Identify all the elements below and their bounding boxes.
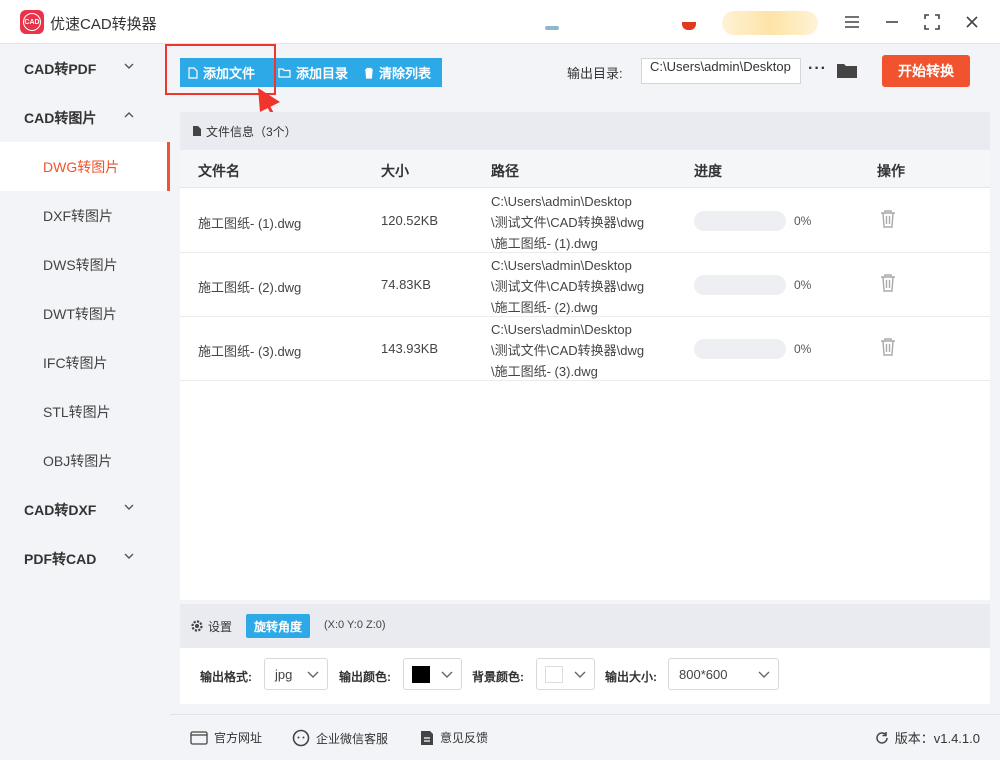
- rotate-angle-button[interactable]: 旋转角度: [246, 614, 310, 638]
- output-format-label: 输出格式:: [200, 670, 252, 684]
- output-size-select[interactable]: 800*600: [668, 658, 779, 690]
- maximize-icon[interactable]: [920, 10, 944, 34]
- chevron-down-icon: [441, 671, 453, 678]
- wechat-icon: [292, 729, 310, 747]
- progress-bar: [694, 339, 786, 359]
- file-list-panel: 文件信息（3个） 文件名 大小 路径 进度 操作 施工图纸- (1).dwg 1…: [180, 112, 990, 600]
- chevron-up-icon: [124, 112, 134, 118]
- progress-percent: 0%: [794, 278, 812, 292]
- open-folder-icon[interactable]: [836, 60, 858, 80]
- sidebar-item-dws-to-image[interactable]: DWS转图片: [0, 240, 170, 289]
- table-row[interactable]: 施工图纸- (1).dwg 120.52KB C:\Users\admin\De…: [180, 189, 990, 253]
- file-path: C:\Users\admin\Desktop \测试文件\CAD转换器\dwg …: [491, 322, 645, 379]
- version-info: 版本：v1.4.1.0: [875, 728, 980, 747]
- chevron-down-icon: [307, 671, 319, 678]
- sidebar-group-cad-to-pdf[interactable]: CAD转PDF: [0, 44, 170, 93]
- chevron-down-icon: [124, 63, 134, 69]
- settings-bar: 设置 旋转角度 (X:0 Y:0 Z:0): [180, 604, 990, 648]
- trash-icon: [365, 67, 373, 79]
- file-size: 120.52KB: [381, 213, 439, 228]
- chevron-down-icon: [124, 553, 134, 559]
- minimize-icon[interactable]: [880, 10, 904, 34]
- refresh-icon: [876, 731, 888, 744]
- promo-graphic[interactable]: [682, 22, 696, 30]
- sidebar-item-obj-to-image[interactable]: OBJ转图片: [0, 436, 170, 485]
- sidebar-item-stl-to-image[interactable]: STL转图片: [0, 387, 170, 436]
- app-logo: CAD: [20, 10, 44, 34]
- close-icon[interactable]: [960, 10, 984, 34]
- sidebar-group-cad-to-dxf[interactable]: CAD转DXF: [0, 485, 170, 534]
- gear-icon: [191, 620, 203, 632]
- folder-icon: [278, 68, 291, 78]
- file-size: 74.83KB: [381, 277, 431, 292]
- promo-banner[interactable]: [722, 11, 818, 35]
- clear-list-button[interactable]: 清除列表: [356, 58, 442, 87]
- official-website-link[interactable]: 官方网址: [190, 729, 262, 746]
- website-icon: [190, 730, 208, 745]
- output-dir-field[interactable]: C:\Users\admin\Desktop: [641, 58, 801, 84]
- settings-label: 设置: [208, 620, 233, 634]
- background-color-swatch: [545, 666, 563, 683]
- promo-graphic[interactable]: [545, 26, 559, 30]
- output-size-label: 输出大小:: [605, 670, 657, 684]
- output-format-select[interactable]: jpg: [264, 658, 328, 690]
- more-options-icon[interactable]: ···: [808, 60, 827, 78]
- delete-trash-icon[interactable]: [880, 273, 896, 293]
- progress-percent: 0%: [794, 214, 812, 228]
- table-row[interactable]: 施工图纸- (2).dwg 74.83KB C:\Users\admin\Des…: [180, 253, 990, 317]
- background-color-label: 背景颜色:: [472, 670, 524, 684]
- delete-trash-icon[interactable]: [880, 209, 896, 229]
- footer-bar: 官方网址 企业微信客服 意见反馈 版本：v1.4.1.0: [170, 714, 1000, 760]
- file-name: 施工图纸- (1).dwg: [198, 216, 302, 231]
- sidebar-item-dxf-to-image[interactable]: DXF转图片: [0, 191, 170, 240]
- chevron-down-icon: [758, 671, 770, 678]
- file-path: C:\Users\admin\Desktop \测试文件\CAD转换器\dwg …: [491, 258, 645, 315]
- table-row[interactable]: 施工图纸- (3).dwg 143.93KB C:\Users\admin\De…: [180, 317, 990, 381]
- column-header-path: 路径: [491, 163, 519, 179]
- output-color-swatch: [412, 666, 430, 683]
- file-name: 施工图纸- (2).dwg: [198, 280, 302, 295]
- file-path: C:\Users\admin\Desktop \测试文件\CAD转换器\dwg …: [491, 194, 645, 251]
- sidebar-item-dwt-to-image[interactable]: DWT转图片: [0, 289, 170, 338]
- progress-bar: [694, 211, 786, 231]
- sidebar: CAD转PDF CAD转图片 DWG转图片 DXF转图片 DWS转图片 DWT转…: [0, 44, 170, 760]
- chevron-down-icon: [124, 504, 134, 510]
- column-header-name: 文件名: [198, 163, 240, 179]
- output-color-label: 输出颜色:: [339, 670, 391, 684]
- start-convert-button[interactable]: 开始转换: [882, 55, 970, 87]
- background-color-select[interactable]: [536, 658, 595, 690]
- table-header: 文件名 大小 路径 进度 操作: [180, 150, 990, 188]
- column-header-action: 操作: [877, 163, 905, 179]
- chevron-down-icon: [574, 671, 586, 678]
- sidebar-group-cad-to-image[interactable]: CAD转图片: [0, 93, 170, 142]
- title-bar: CAD 优速CAD转换器: [0, 0, 1000, 44]
- output-dir-label: 输出目录:: [567, 66, 623, 81]
- file-info-header: 文件信息（3个）: [180, 112, 990, 150]
- sidebar-item-dwg-to-image[interactable]: DWG转图片: [0, 142, 170, 191]
- feedback-icon: [421, 730, 433, 745]
- output-options: 输出格式: jpg 输出颜色: 背景颜色: 输出大小: 800*600: [180, 648, 990, 704]
- app-title: 优速CAD转换器: [50, 16, 157, 33]
- column-header-size: 大小: [381, 163, 409, 179]
- delete-trash-icon[interactable]: [880, 337, 896, 357]
- wechat-service-link[interactable]: 企业微信客服: [292, 729, 388, 747]
- menu-icon[interactable]: [840, 10, 864, 34]
- feedback-link[interactable]: 意见反馈: [420, 729, 488, 746]
- progress-percent: 0%: [794, 342, 812, 356]
- sidebar-item-ifc-to-image[interactable]: IFC转图片: [0, 338, 170, 387]
- document-icon: [193, 126, 201, 136]
- progress-bar: [694, 275, 786, 295]
- add-folder-button[interactable]: 添加目录: [270, 58, 358, 87]
- rotation-coords: (X:0 Y:0 Z:0): [324, 619, 386, 631]
- file-size: 143.93KB: [381, 341, 439, 356]
- sidebar-group-pdf-to-cad[interactable]: PDF转CAD: [0, 534, 170, 583]
- column-header-progress: 进度: [694, 163, 722, 179]
- file-name: 施工图纸- (3).dwg: [198, 344, 302, 359]
- output-color-select[interactable]: [403, 658, 462, 690]
